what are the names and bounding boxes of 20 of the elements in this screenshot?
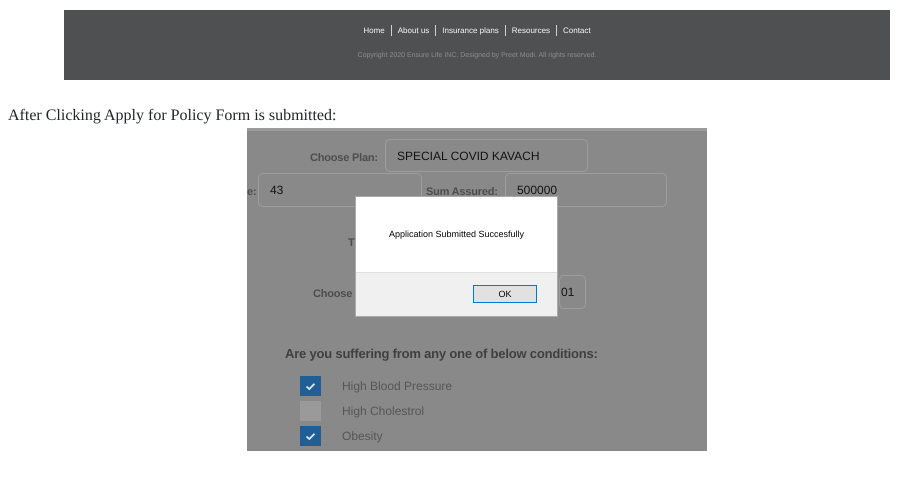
footer-link[interactable]: Insurance plans — [435, 25, 505, 36]
footer-link[interactable]: Contact — [556, 25, 597, 36]
ok-button[interactable]: OK — [473, 285, 537, 303]
field-label: Sum Assured: — [426, 185, 498, 200]
field-label: e: — [247, 185, 256, 200]
field-label: Choose — [313, 287, 352, 302]
check-icon — [305, 382, 316, 390]
footer-link[interactable]: About us — [390, 25, 436, 36]
dialog-message: Application Submitted Succesfully — [388, 228, 524, 241]
check-icon — [305, 432, 316, 440]
plan-field[interactable]: SPECIAL COVID KAVACH — [385, 139, 588, 172]
section-heading: Are you suffering from any one of below conditions: — [285, 345, 598, 363]
input-field[interactable]: 01 — [559, 275, 586, 309]
footer-link[interactable]: Resources — [504, 25, 556, 36]
checkbox[interactable] — [300, 376, 321, 396]
footer-link[interactable]: Home — [357, 25, 391, 36]
checkbox[interactable] — [300, 426, 321, 446]
field-label: Choose Plan: — [310, 151, 378, 166]
field-label: T — [348, 236, 355, 251]
caption-text: After Clicking Apply for Policy Form is submitted: — [8, 107, 336, 124]
